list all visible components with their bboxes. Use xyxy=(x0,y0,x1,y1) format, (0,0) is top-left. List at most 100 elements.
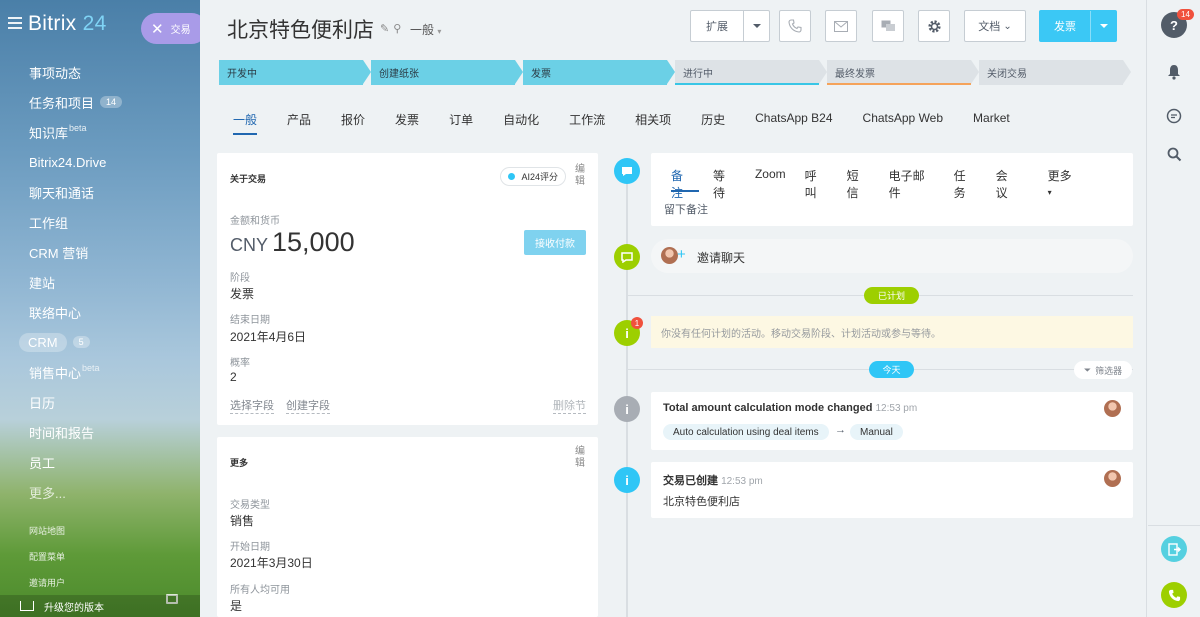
stage-invoice[interactable]: 发票 xyxy=(523,60,675,85)
tab-market[interactable]: Market xyxy=(973,111,1010,135)
tab-general[interactable]: 一般 xyxy=(233,111,258,135)
category-select[interactable]: 一般 ▾ xyxy=(410,21,441,38)
planned-label: 已计划 xyxy=(864,287,919,304)
edit-about-button[interactable]: 编辑 xyxy=(574,164,586,188)
stage-in-progress[interactable]: 进行中 xyxy=(675,60,827,85)
notifications-button[interactable] xyxy=(1161,59,1187,85)
delete-section-link[interactable]: 删除节 xyxy=(553,397,586,414)
expand-button[interactable]: 扩展 xyxy=(690,10,770,42)
title-actions: ✎ ⚲ xyxy=(380,22,401,35)
sidebar-item-workgroups[interactable]: 工作组 xyxy=(0,207,200,237)
stage-final-invoice[interactable]: 最终发票 xyxy=(827,60,979,85)
menu-icon[interactable] xyxy=(8,17,22,29)
note-input[interactable]: 留下备注 xyxy=(664,201,708,217)
today-label: 今天 xyxy=(869,361,914,378)
call-button[interactable] xyxy=(779,10,811,42)
tab-orders[interactable]: 订单 xyxy=(449,111,473,135)
sidebar-item-chat[interactable]: 聊天和通话 xyxy=(0,177,200,207)
ai-score-button[interactable]: AI24评分 xyxy=(500,167,566,186)
sidebar-item-sales-center[interactable]: 销售中心 beta xyxy=(0,357,200,387)
tab-invoices[interactable]: 发票 xyxy=(395,111,419,135)
open-lines-button[interactable] xyxy=(1161,536,1187,562)
receive-payment-button[interactable]: 接收付款 xyxy=(524,230,586,255)
invoice-dropdown-toggle[interactable] xyxy=(1090,11,1116,41)
crown-icon xyxy=(20,601,34,611)
deal-tabs: 一般 产品 报价 发票 订单 自动化 工作流 相关项 历史 ChatsApp B… xyxy=(233,111,1040,135)
invite-chat-row[interactable]: + 邀请聊天 xyxy=(651,239,1133,273)
config-menu-link[interactable]: 配置菜单 xyxy=(29,550,65,563)
chevron-down-icon: ▾ xyxy=(437,27,442,36)
info-icon: i xyxy=(614,467,640,493)
sidebar-item-crm[interactable]: CRM 5 xyxy=(0,327,200,357)
bell-icon xyxy=(1168,65,1180,80)
stage-close-deal[interactable]: 关闭交易 xyxy=(979,60,1131,85)
message-icon xyxy=(1166,108,1182,124)
sidebar-item-time-reports[interactable]: 时间和报告 xyxy=(0,417,200,447)
search-button[interactable] xyxy=(1161,141,1187,167)
tab-sms[interactable]: 短信 xyxy=(847,167,870,201)
link-icon[interactable]: ⚲ xyxy=(393,22,401,35)
tab-chatsapp-web[interactable]: ChatsApp Web xyxy=(863,111,944,135)
tab-workflows[interactable]: 工作流 xyxy=(569,111,605,135)
about-deal-card: 关于交易 AI24评分 编辑 金额和货币 CNY 15,000 接收付款 阶段 发… xyxy=(217,153,598,425)
tab-note[interactable]: 备注 xyxy=(671,167,694,201)
tab-more[interactable]: 更多 ▾ xyxy=(1048,167,1114,201)
tab-chatsapp-b24[interactable]: ChatsApp B24 xyxy=(755,111,832,135)
sidebar-item-feed[interactable]: 事项动态 xyxy=(0,57,200,87)
tab-automation[interactable]: 自动化 xyxy=(503,111,539,135)
tab-task[interactable]: 任务 xyxy=(954,167,977,201)
sidebar-item-tasks[interactable]: 任务和项目 14 xyxy=(0,87,200,117)
sidebar-item-employees[interactable]: 员工 xyxy=(0,447,200,477)
stage-developing[interactable]: 开发中 xyxy=(219,60,371,85)
chevron-down-icon xyxy=(752,24,761,28)
upgrade-plan-button[interactable]: 升级您的版本 xyxy=(0,595,200,617)
tab-quotes[interactable]: 报价 xyxy=(341,111,365,135)
tab-history[interactable]: 历史 xyxy=(701,111,725,135)
telephony-button[interactable] xyxy=(1161,582,1187,608)
sitemap-link[interactable]: 网站地图 xyxy=(29,524,65,537)
sidebar-item-more[interactable]: 更多... xyxy=(0,477,200,507)
documents-button[interactable]: 文档 ⌄ xyxy=(964,10,1026,42)
expand-dropdown-toggle[interactable] xyxy=(743,11,769,41)
phone-icon xyxy=(1168,589,1180,601)
tab-call[interactable]: 呼叫 xyxy=(805,167,828,201)
author-avatar[interactable] xyxy=(1104,400,1121,417)
sidebar-nav: 事项动态 任务和项目 14 知识库 beta Bitrix24.Drive 聊天和通… xyxy=(0,57,200,507)
sidebar-item-crm-marketing[interactable]: CRM 营销 xyxy=(0,237,200,267)
tab-email[interactable]: 电子邮件 xyxy=(889,167,935,201)
chevron-down-icon: ⌄ xyxy=(1003,20,1012,32)
close-deal-pill[interactable]: ✕ 交易 xyxy=(141,13,200,44)
filter-button[interactable]: ⏷ 筛选器 xyxy=(1074,361,1132,379)
sidebar-item-calendar[interactable]: 日历 xyxy=(0,387,200,417)
pencil-icon[interactable]: ✎ xyxy=(380,22,389,35)
tab-wait[interactable]: 等待 xyxy=(713,167,736,201)
messenger-button[interactable] xyxy=(1161,103,1187,129)
edit-more-button[interactable]: 编辑 xyxy=(574,446,586,470)
start-date-value: 2021年3月30日 xyxy=(230,556,313,570)
author-avatar[interactable] xyxy=(1104,470,1121,487)
empty-planned-message: 你没有任何计划的活动。移动交易阶段、计划活动或参与等待。 xyxy=(651,316,1133,348)
pipeline-stages: 开发中 创建纸张 发票 进行中 最终发票 关闭交易 xyxy=(219,60,1134,85)
tab-meeting[interactable]: 会议 xyxy=(996,167,1019,201)
sidebar-header: Bitrix 24 ✕ 交易 xyxy=(0,0,200,52)
sidebar-item-drive[interactable]: Bitrix24.Drive xyxy=(0,147,200,177)
tab-related[interactable]: 相关项 xyxy=(635,111,671,135)
invite-users-link[interactable]: 邀请用户 xyxy=(29,576,65,589)
old-value-chip: Auto calculation using deal items xyxy=(663,424,829,440)
sidebar-item-contact-center[interactable]: 联络中心 xyxy=(0,297,200,327)
logo[interactable]: Bitrix 24 xyxy=(28,12,107,36)
help-badge: 14 xyxy=(1177,9,1194,20)
sidebar-item-sites[interactable]: 建站 xyxy=(0,267,200,297)
sidebar-item-knowledge[interactable]: 知识库 beta xyxy=(0,117,200,147)
tab-products[interactable]: 产品 xyxy=(287,111,311,135)
gear-icon xyxy=(927,19,941,33)
create-field-link[interactable]: 创建字段 xyxy=(286,397,330,414)
email-button[interactable] xyxy=(825,10,857,42)
chat-button[interactable] xyxy=(872,10,904,42)
select-field-link[interactable]: 选择字段 xyxy=(230,397,274,414)
settings-button[interactable] xyxy=(918,10,950,42)
stage-create-paper[interactable]: 创建纸张 xyxy=(371,60,523,85)
available-label: 所有人均可用 xyxy=(230,585,290,596)
invoice-button[interactable]: 发票 xyxy=(1039,10,1117,42)
tab-zoom[interactable]: Zoom xyxy=(755,167,786,201)
